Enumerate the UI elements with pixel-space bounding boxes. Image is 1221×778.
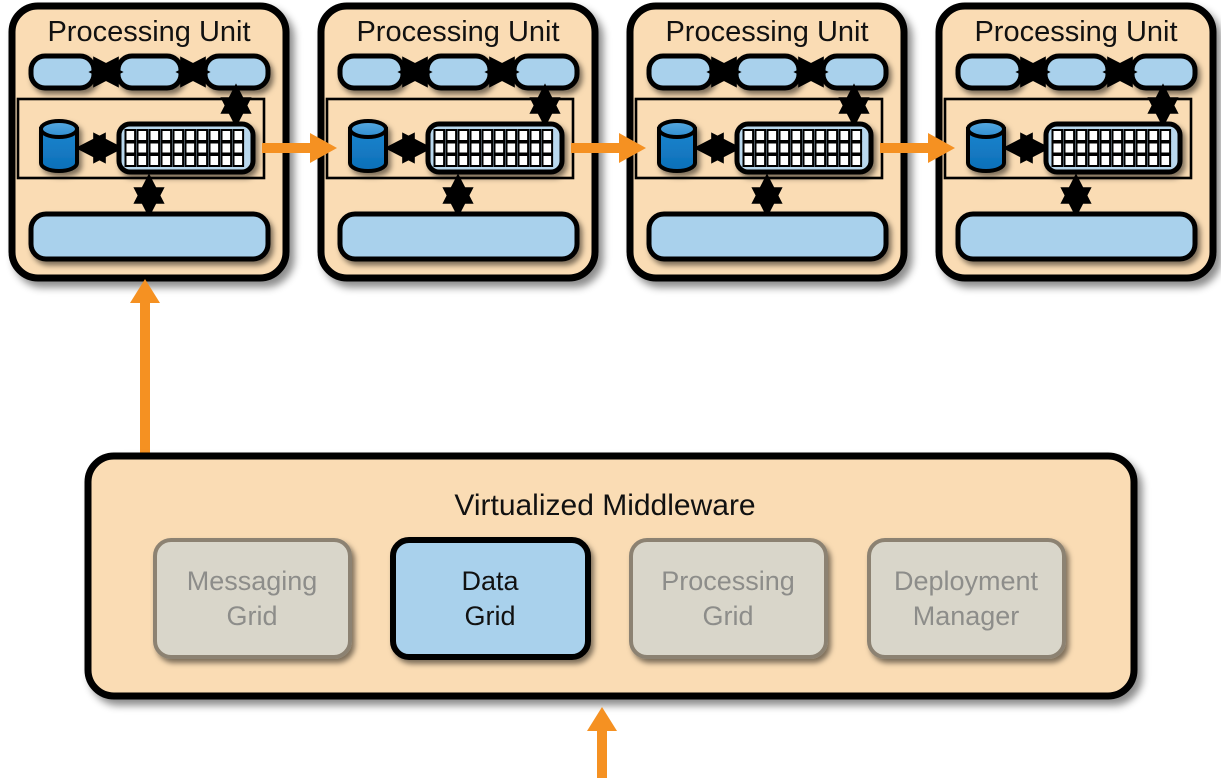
service-label-line2: Manager — [913, 601, 1020, 631]
pu-top-node-1[interactable] — [337, 53, 406, 91]
service-box — [153, 538, 352, 659]
pu-top-node-1[interactable] — [646, 53, 715, 91]
pu-data-grid[interactable] — [734, 121, 874, 175]
diagram-canvas: Processing Unit Processing Unit Processi… — [0, 0, 1221, 778]
pu-top-node-2[interactable] — [1042, 53, 1111, 91]
pu-database-cylinder[interactable] — [966, 119, 1006, 173]
pu-bottom-bar[interactable] — [337, 211, 580, 262]
pu-top-node-1[interactable] — [955, 53, 1024, 91]
middleware-to-unit-arrow — [130, 279, 160, 458]
service-messaging-grid[interactable]: Messaging Grid — [153, 538, 352, 659]
service-box — [867, 538, 1066, 659]
processing-unit-1[interactable]: Processing Unit — [8, 2, 290, 282]
processing-unit-3[interactable]: Processing Unit — [626, 2, 908, 282]
pu-bottom-bar[interactable] — [28, 211, 271, 262]
pu-database-cylinder[interactable] — [657, 119, 697, 173]
processing-unit-title: Processing Unit — [665, 16, 868, 48]
pu-database-cylinder[interactable] — [39, 119, 79, 173]
processing-unit-title: Processing Unit — [47, 16, 250, 48]
processing-unit-title: Processing Unit — [356, 16, 559, 48]
pu-bottom-bar[interactable] — [955, 211, 1198, 262]
service-deployment-manager[interactable]: Deployment Manager — [867, 538, 1066, 659]
pu-top-node-2[interactable] — [733, 53, 802, 91]
pu-top-node-2[interactable] — [115, 53, 184, 91]
processing-unit-2[interactable]: Processing Unit — [317, 2, 599, 282]
pu-top-node-1[interactable] — [28, 53, 97, 91]
service-label-line1: Deployment — [894, 566, 1039, 596]
pu-bottom-bar[interactable] — [646, 211, 889, 262]
pu-data-grid[interactable] — [425, 121, 565, 175]
processing-unit-title: Processing Unit — [974, 16, 1177, 48]
service-box — [629, 538, 828, 659]
pu-top-node-3[interactable] — [511, 53, 580, 91]
pu-data-grid[interactable] — [116, 121, 256, 175]
service-label-line2: Grid — [464, 601, 515, 631]
pu-data-grid[interactable] — [1043, 121, 1183, 175]
virtualized-middleware-panel[interactable]: Virtualized Middleware Messaging Grid Da… — [84, 452, 1138, 700]
pu-top-node-3[interactable] — [202, 53, 271, 91]
service-processing-grid[interactable]: Processing Grid — [629, 538, 828, 659]
middleware-title: Virtualized Middleware — [454, 489, 755, 522]
pu-database-cylinder[interactable] — [348, 119, 388, 173]
processing-unit-4[interactable]: Processing Unit — [935, 2, 1217, 282]
service-label-line1: Processing — [661, 566, 795, 596]
pu-top-node-3[interactable] — [1129, 53, 1198, 91]
service-label-line1: Messaging — [187, 566, 318, 596]
sba-architecture-diagram: Processing Unit Processing Unit Processi… — [8, 2, 1217, 778]
service-data-grid[interactable]: Data Grid — [390, 537, 591, 660]
bottom-inbound-arrow — [587, 707, 617, 778]
service-label-line2: Grid — [702, 601, 753, 631]
service-label-line1: Data — [461, 566, 519, 596]
pu-top-node-3[interactable] — [820, 53, 889, 91]
pu-top-node-2[interactable] — [424, 53, 493, 91]
service-box — [390, 537, 591, 660]
service-label-line2: Grid — [226, 601, 277, 631]
